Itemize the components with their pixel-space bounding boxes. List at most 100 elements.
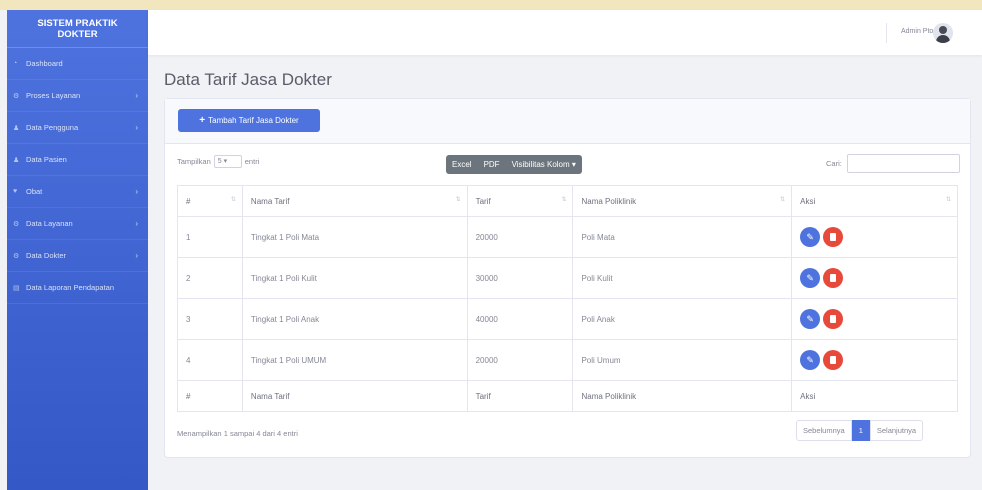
sidebar-item-obat[interactable]: ♥ Obat › <box>7 176 148 208</box>
cell-no: 4 <box>177 339 243 381</box>
sort-icon: ⇅ <box>561 197 567 203</box>
column-visibility-button[interactable]: Visibilitas Kolom ▾ <box>506 155 582 174</box>
sidebar-item-label: Data Pasien <box>26 155 67 164</box>
cell-poliklinik: Poli Mata <box>572 216 793 258</box>
sidebar-item-data-pasien[interactable]: ♟ Data Pasien <box>7 144 148 176</box>
footer-label: # <box>177 380 243 412</box>
column-label: Tarif <box>475 196 491 206</box>
search-input[interactable] <box>846 154 960 173</box>
column-label: # <box>186 196 191 206</box>
dashboard-icon: ◔ <box>13 60 18 67</box>
caret-down-icon: ▾ <box>569 160 576 169</box>
column-header[interactable]: Nama Poliklinik ⇅ <box>572 185 793 217</box>
user-icon: ♟ <box>13 124 20 132</box>
next-page-button[interactable]: Selanjutnya <box>869 420 924 441</box>
tarif-card: + Tambah Tarif Jasa Dokter Tampilkan 5 ▾… <box>164 98 971 458</box>
cog-icon: ⚙ <box>13 92 20 100</box>
cell-no: 3 <box>177 298 243 340</box>
edit-icon[interactable]: ✎ <box>800 227 821 247</box>
avatar[interactable] <box>933 23 953 43</box>
export-button-group: Excel PDF Visibilitas Kolom ▾ <box>446 155 582 174</box>
table-row: 4 Tingkat 1 Poli UMUM 20000 Poli Umum ✎ <box>177 339 958 381</box>
search-label: Cari: <box>826 159 842 168</box>
length-select[interactable]: 5 ▾ <box>213 155 242 168</box>
table-row: 3 Tingkat 1 Poli Anak 40000 Poli Anak ✎ <box>177 298 958 340</box>
edit-icon[interactable]: ✎ <box>800 268 821 288</box>
table-row: 1 Tingkat 1 Poli Mata 20000 Poli Mata ✎ <box>177 216 958 258</box>
column-label: Nama Poliklinik <box>581 196 637 206</box>
topbar: Admin Pto <box>148 10 982 55</box>
heart-icon: ♥ <box>13 188 18 195</box>
sidebar-item-data-layanan[interactable]: ⚙ Data Layanan › <box>7 208 148 240</box>
chevron-right-icon: › <box>135 123 138 132</box>
user-icon: ♟ <box>13 156 20 164</box>
trash-icon[interactable] <box>823 309 844 329</box>
page-title: Data Tarif Jasa Dokter <box>164 70 332 89</box>
sort-icon: ⇅ <box>455 197 461 203</box>
cell-aksi: ✎ <box>791 216 958 258</box>
cell-no: 2 <box>177 257 243 299</box>
length-suffix: entri <box>244 157 260 166</box>
tarif-table: # ⇅ Nama Tarif ⇅ Tarif ⇅ Nama Poliklinik ⇅ A… <box>177 185 958 412</box>
edit-icon[interactable]: ✎ <box>800 350 821 370</box>
add-tarif-button[interactable]: + Tambah Tarif Jasa Dokter <box>178 109 320 132</box>
cell-nama-tarif: Tingkat 1 Poli Kulit <box>241 257 468 299</box>
topbar-divider <box>886 23 887 43</box>
cell-aksi: ✎ <box>791 298 958 340</box>
column-header[interactable]: Tarif ⇅ <box>466 185 574 217</box>
sidebar-item-dashboard[interactable]: ◔ Dashboard <box>7 48 148 80</box>
page-button-1[interactable]: 1 <box>851 420 870 441</box>
cell-poliklinik: Poli Umum <box>572 339 793 381</box>
avatar-body <box>936 35 950 43</box>
cell-poliklinik: Poli Kulit <box>572 257 793 299</box>
pdf-button[interactable]: PDF <box>478 155 506 174</box>
sidebar-item-label: Dashboard <box>26 59 63 68</box>
cog-icon: ⚙ <box>13 252 20 260</box>
column-header[interactable]: Aksi ⇅ <box>791 185 958 217</box>
length-prefix: Tampilkan <box>177 157 211 166</box>
column-label: Nama Tarif <box>250 196 290 206</box>
table-info: Menampilkan 1 sampai 4 dari 4 entri <box>177 429 298 438</box>
column-header[interactable]: # ⇅ <box>177 185 243 217</box>
cell-nama-tarif: Tingkat 1 Poli Mata <box>241 216 468 258</box>
sort-icon: ⇅ <box>780 197 786 203</box>
edit-icon[interactable]: ✎ <box>800 309 821 329</box>
cog-icon: ⚙ <box>13 220 20 228</box>
search-control: Cari: <box>826 154 960 173</box>
footer-label: Nama Tarif <box>241 380 468 412</box>
column-label: Aksi <box>800 196 816 206</box>
chevron-right-icon: › <box>135 91 138 100</box>
sidebar: SISTEM PRAKTIK DOKTER ◔ Dashboard ⚙ Pros… <box>7 10 148 490</box>
excel-button[interactable]: Excel <box>446 155 478 174</box>
column-visibility-label: Visibilitas Kolom <box>511 160 570 169</box>
sidebar-item-data-pengguna[interactable]: ♟ Data Pengguna › <box>7 112 148 144</box>
chevron-right-icon: › <box>135 187 138 196</box>
trash-icon[interactable] <box>823 268 844 288</box>
column-header[interactable]: Nama Tarif ⇅ <box>241 185 468 217</box>
cell-nama-tarif: Tingkat 1 Poli UMUM <box>241 339 468 381</box>
sidebar-item-label: Data Dokter <box>26 251 67 260</box>
cell-tarif: 30000 <box>466 257 574 299</box>
trash-icon[interactable] <box>823 350 844 370</box>
sidebar-item-laporan-pendapatan[interactable]: ▤ Data Laporan Pendapatan <box>7 272 148 304</box>
sidebar-item-label: Proses Layanan <box>26 91 81 100</box>
plus-icon: + <box>199 115 206 126</box>
sidebar-item-data-dokter[interactable]: ⚙ Data Dokter › <box>7 240 148 272</box>
file-icon: ▤ <box>13 284 20 292</box>
prev-page-button[interactable]: Sebelumnya <box>796 420 852 441</box>
sidebar-item-label: Obat <box>26 187 43 196</box>
table-footer-row: # Nama Tarif Tarif Nama Poliklinik Aksi <box>177 380 958 412</box>
trash-icon[interactable] <box>823 227 844 247</box>
length-control: Tampilkan 5 ▾ entri <box>177 155 259 168</box>
chevron-right-icon: › <box>135 251 138 260</box>
cell-aksi: ✎ <box>791 339 958 381</box>
sidebar-item-proses-layanan[interactable]: ⚙ Proses Layanan › <box>7 80 148 112</box>
top-banner-strip <box>0 0 982 10</box>
footer-label: Tarif <box>466 380 574 412</box>
cell-no: 1 <box>177 216 243 258</box>
sidebar-brand[interactable]: SISTEM PRAKTIK DOKTER <box>7 10 148 48</box>
table-row: 2 Tingkat 1 Poli Kulit 30000 Poli Kulit … <box>177 257 958 299</box>
cell-nama-tarif: Tingkat 1 Poli Anak <box>241 298 468 340</box>
user-name[interactable]: Admin Pto <box>901 28 933 35</box>
cell-aksi: ✎ <box>791 257 958 299</box>
